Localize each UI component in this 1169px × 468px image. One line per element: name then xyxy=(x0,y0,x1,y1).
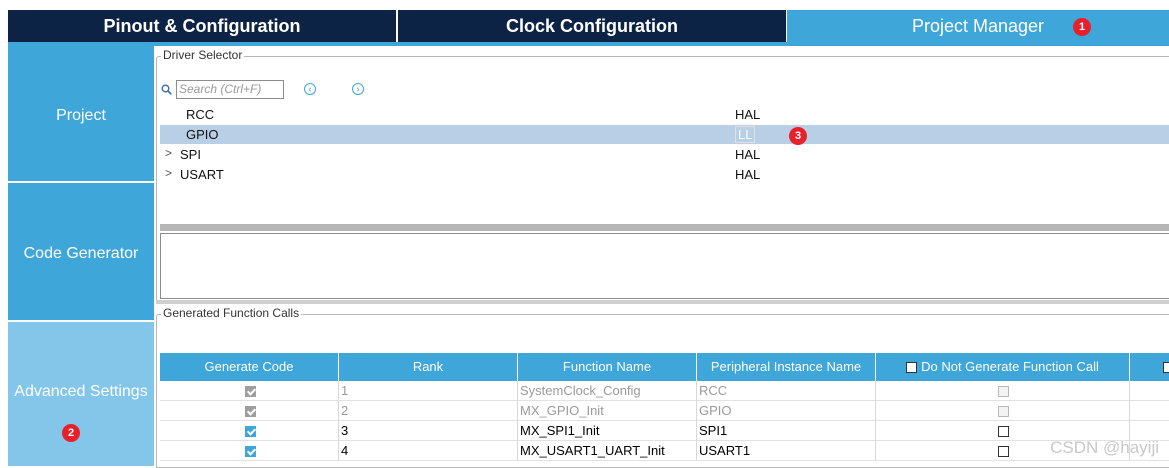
column-header-extra[interactable] xyxy=(1130,353,1169,381)
sidebar-item-label: Advanced Settings xyxy=(14,383,148,400)
driver-type-select[interactable]: HAL xyxy=(735,107,760,122)
search-input[interactable]: Search (Ctrl+F) xyxy=(176,80,284,99)
function-name-cell: MX_USART1_UART_Init xyxy=(518,441,697,461)
driver-name: USART xyxy=(180,167,224,182)
table-row[interactable]: 1 SystemClock_Config RCC xyxy=(160,381,1169,401)
driver-name: SPI xyxy=(180,147,201,162)
previous-match-button[interactable]: ‹ xyxy=(304,83,316,95)
instance-name-cell: USART1 xyxy=(697,441,876,461)
chevron-right-icon: › xyxy=(356,84,360,94)
sidebar-item-project[interactable]: Project xyxy=(8,46,154,182)
table-row[interactable]: 3 MX_SPI1_Init SPI1 xyxy=(160,421,1169,441)
column-header-do-not-generate[interactable]: Do Not Generate Function Call xyxy=(876,353,1130,381)
tab-pinout-configuration[interactable]: Pinout & Configuration xyxy=(8,10,397,42)
search-icon xyxy=(161,84,172,95)
table-row[interactable]: 4 MX_USART1_UART_Init USART1 xyxy=(160,441,1169,461)
rank-cell: 3 xyxy=(339,421,518,441)
driver-type-select[interactable]: HAL xyxy=(735,147,760,162)
annotation-badge-2: 2 xyxy=(62,424,80,442)
driver-selector-group: Driver Selector Search (Ctrl+F) ‹ › RCC … xyxy=(156,48,1169,302)
instance-name-cell: RCC xyxy=(697,381,876,401)
annotation-badge-3: 3 xyxy=(789,127,807,145)
column-header-function-name[interactable]: Function Name xyxy=(518,353,697,381)
generate-code-checkbox[interactable] xyxy=(244,446,256,458)
driver-row-usart[interactable]: > USART HAL xyxy=(160,165,1169,184)
column-header-peripheral-instance-name[interactable]: Peripheral Instance Name xyxy=(697,353,876,381)
function-name-cell: MX_GPIO_Init xyxy=(518,401,697,421)
column-header-rank[interactable]: Rank xyxy=(339,353,518,381)
tab-project-manager[interactable]: Project Manager xyxy=(787,10,1169,42)
sidebar-item-label: Code Generator xyxy=(23,245,139,262)
driver-name: RCC xyxy=(186,107,215,122)
do-not-generate-checkbox[interactable] xyxy=(998,446,1009,458)
do-not-generate-cell xyxy=(876,401,1130,421)
do-not-generate-checkbox[interactable] xyxy=(998,406,1009,418)
generate-code-checkbox[interactable] xyxy=(244,426,256,438)
column-header-label: Do Not Generate Function Call xyxy=(921,359,1099,374)
generate-code-checkbox[interactable] xyxy=(244,386,256,398)
rank-cell: 2 xyxy=(339,401,518,421)
watermark-text: CSDN @hayiji xyxy=(1050,438,1159,457)
driver-row-spi[interactable]: > SPI HAL xyxy=(160,145,1169,164)
generate-code-cell xyxy=(160,441,339,461)
instance-name-cell: SPI1 xyxy=(697,421,876,441)
driver-selector-title: Driver Selector xyxy=(161,48,245,62)
stm32cubemx-window: Pinout & Configuration Clock Configurati… xyxy=(0,0,1169,468)
next-match-button[interactable]: › xyxy=(352,83,364,95)
generate-code-cell xyxy=(160,401,339,421)
extra-column-checkbox[interactable] xyxy=(1163,362,1169,374)
extra-cell xyxy=(1130,401,1169,421)
table-row[interactable]: 2 MX_GPIO_Init GPIO xyxy=(160,401,1169,421)
do-not-generate-checkbox[interactable] xyxy=(998,426,1009,438)
driver-name: GPIO xyxy=(186,127,219,142)
driver-type-select[interactable]: LL xyxy=(735,126,756,143)
column-header-generate-code[interactable]: Generate Code xyxy=(160,353,339,381)
select-all-checkbox[interactable] xyxy=(906,362,918,374)
top-tab-bar: Pinout & Configuration Clock Configurati… xyxy=(8,10,1169,42)
do-not-generate-cell xyxy=(876,381,1130,401)
main-content: Driver Selector Search (Ctrl+F) ‹ › RCC … xyxy=(156,46,1169,468)
annotation-badge-1: 1 xyxy=(1073,18,1091,36)
generate-code-checkbox[interactable] xyxy=(244,406,256,418)
generated-function-calls-group: Generated Function Calls Generate Code R… xyxy=(156,306,1169,468)
generate-code-cell xyxy=(160,421,339,441)
sidebar-item-advanced-settings[interactable]: Advanced Settings xyxy=(8,322,154,466)
driver-detail-panel xyxy=(160,233,1169,299)
chevron-right-icon[interactable]: > xyxy=(165,166,172,180)
function-name-cell: MX_SPI1_Init xyxy=(518,421,697,441)
driver-type-select[interactable]: HAL xyxy=(735,167,760,182)
driver-row-gpio[interactable]: GPIO LL xyxy=(160,125,1169,144)
generate-code-cell xyxy=(160,381,339,401)
sidebar-item-code-generator[interactable]: Code Generator xyxy=(8,183,154,321)
sidebar: Project Code Generator Advanced Settings xyxy=(8,46,154,466)
rank-cell: 4 xyxy=(339,441,518,461)
function-name-cell: SystemClock_Config xyxy=(518,381,697,401)
rank-cell: 1 xyxy=(339,381,518,401)
do-not-generate-checkbox[interactable] xyxy=(998,386,1009,398)
tab-clock-configuration[interactable]: Clock Configuration xyxy=(398,10,786,42)
driver-row-rcc[interactable]: RCC HAL xyxy=(160,105,1169,124)
instance-name-cell: GPIO xyxy=(697,401,876,421)
sidebar-item-label: Project xyxy=(56,107,106,124)
section-divider[interactable] xyxy=(156,300,1169,304)
generated-function-calls-title: Generated Function Calls xyxy=(161,306,302,320)
chevron-left-icon: ‹ xyxy=(308,84,312,94)
splitter-handle[interactable] xyxy=(160,224,1169,231)
chevron-right-icon[interactable]: > xyxy=(165,146,172,160)
extra-cell xyxy=(1130,381,1169,401)
